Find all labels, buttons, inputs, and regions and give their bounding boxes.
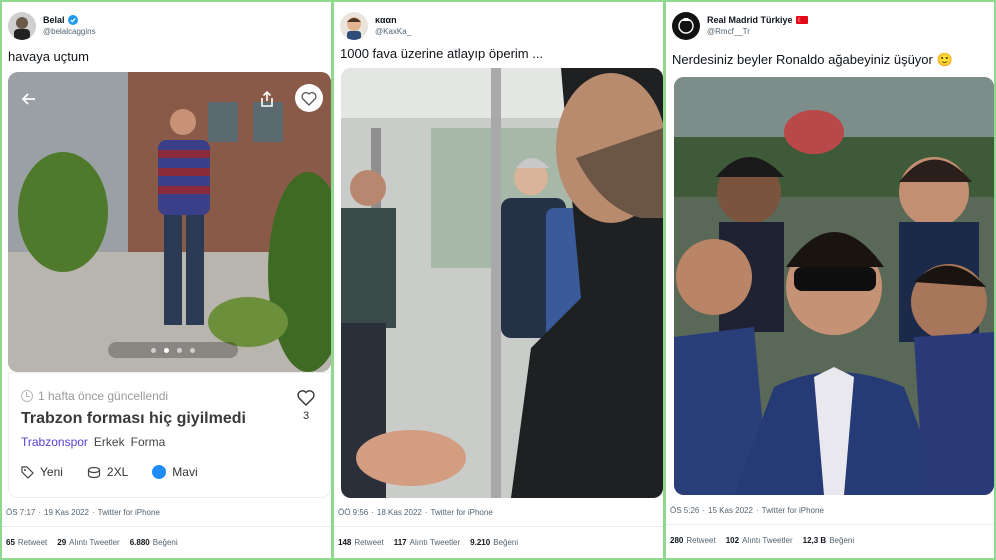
like-count: 9.210 [470, 538, 491, 547]
brand-link[interactable]: Trabzonspor [21, 435, 88, 449]
divider [334, 526, 663, 527]
tweet-photo[interactable] [341, 68, 663, 498]
retweet-label: Retweet [686, 536, 716, 545]
quote-label: Alıntı Tweetler [409, 538, 461, 547]
tweet-card-2: ĸααn @KaxKa_ 1000 fava üzerine atlayıp ö… [334, 2, 663, 558]
display-name[interactable]: Real Madrid Türkiye [707, 14, 793, 26]
like-stat[interactable]: 9.210 Beğeni [470, 538, 518, 547]
tweet-text: 1000 fava üzerine atlayıp öperim ... [340, 46, 544, 61]
carousel-dot[interactable] [151, 347, 156, 353]
tweet-text: havaya uçtum [8, 49, 89, 64]
display-name[interactable]: ĸααn [375, 14, 397, 26]
like-label: Beğeni [493, 538, 519, 547]
carousel-dot[interactable] [177, 347, 182, 353]
quote-count: 117 [393, 538, 407, 547]
quote-stat[interactable]: 117 Alıntı Tweetler [394, 538, 460, 547]
separator: · [371, 508, 374, 517]
carousel-dot[interactable] [164, 347, 169, 353]
avatar[interactable] [8, 12, 36, 40]
divider [666, 524, 994, 525]
tweet-header: Belal @belalcaggins [8, 9, 325, 43]
tweet-date[interactable]: 19 Kas 2022 [44, 508, 89, 517]
category-tag: Forma [130, 435, 166, 449]
retweet-stat[interactable]: 280 Retweet [670, 536, 716, 545]
separator: · [424, 508, 428, 517]
tweet-date[interactable]: 15 Kas 2022 [708, 506, 753, 515]
condition-value: Yeni [40, 465, 63, 479]
like-label: Beğeni [152, 538, 178, 547]
tweet-text: Nerdesiniz beyler Ronaldo ağabeyiniz üşü… [672, 52, 953, 67]
tweet-meta: ÖÖ 9:56 · 18 Kas 2022 · Twitter for iPhone [338, 508, 493, 517]
retweet-count: 65 [6, 538, 15, 547]
verified-badge-icon [67, 15, 78, 25]
like-label: Beğeni [829, 536, 855, 545]
retweet-count: 148 [338, 538, 352, 547]
listing-title[interactable]: Trabzon forması hiç giyilmedi [21, 410, 246, 428]
tweet-time[interactable]: ÖÖ 9:56 [338, 508, 368, 517]
tweet-time[interactable]: ÖS 7:17 [6, 508, 35, 517]
avatar[interactable] [340, 12, 368, 40]
listing-like-count: 3 [302, 410, 310, 422]
size-icon [87, 466, 101, 478]
retweet-stat[interactable]: 148 Retweet [338, 538, 384, 547]
retweet-label: Retweet [354, 538, 384, 547]
back-arrow-icon[interactable] [16, 86, 42, 112]
tweet-time[interactable]: ÖS 5:26 [670, 506, 699, 515]
clock-icon [21, 390, 33, 402]
tweet-date[interactable]: 18 Kas 2022 [377, 508, 422, 517]
avatar[interactable] [672, 12, 700, 40]
quote-stat[interactable]: 102 Alıntı Tweetler [726, 536, 793, 545]
carousel-dot[interactable] [190, 347, 195, 353]
tag-icon [21, 465, 34, 479]
tweet-header: ĸααn @KaxKa_ [340, 9, 657, 43]
tweet-header: Real Madrid Türkiye @Rmcf__Tr [672, 9, 988, 43]
tweet-source[interactable]: Twitter for iPhone [98, 508, 160, 517]
user-handle[interactable]: @belalcaggins [43, 26, 96, 38]
separator: · [702, 506, 706, 515]
display-name[interactable]: Belal [43, 14, 65, 26]
tweet-photo[interactable] [674, 77, 994, 495]
quote-count: 102 [725, 536, 740, 545]
divider [2, 526, 331, 527]
user-handle[interactable]: @Rmcf__Tr [707, 26, 808, 38]
size-value: 2XL [106, 465, 129, 479]
listing-like[interactable]: 3 [296, 389, 316, 422]
quote-label: Alıntı Tweetler [69, 538, 120, 547]
separator: · [755, 506, 759, 515]
heart-icon[interactable] [296, 389, 316, 407]
quote-stat[interactable]: 29 Alıntı Tweetler [57, 538, 119, 547]
listing-card[interactable]: 1 hafta önce güncellendi Trabzon forması… [8, 372, 331, 498]
like-stat[interactable]: 12,3 B Beğeni [803, 536, 855, 545]
tweet-meta: ÖS 5:26 · 15 Kas 2022 · Twitter for iPhone [670, 506, 824, 515]
retweet-count: 280 [670, 536, 684, 545]
tweet-stats: 280 Retweet 102 Alıntı Tweetler 12,3 B Beğe… [670, 536, 854, 545]
like-stat[interactable]: 6.880 Beğeni [130, 538, 178, 547]
category-tag: Erkek [93, 435, 125, 449]
retweet-label: Retweet [17, 538, 48, 547]
like-count: 6.880 [129, 538, 150, 547]
tweet-card-3: Real Madrid Türkiye @Rmcf__Tr Nerdesiniz… [666, 2, 994, 558]
user-handle[interactable]: @KaxKa_ [375, 26, 411, 38]
favorite-heart-icon[interactable] [295, 84, 323, 112]
separator: · [38, 508, 42, 517]
updated-label: 1 hafta önce güncellendi [38, 389, 169, 403]
like-count: 12,3 B [802, 536, 827, 545]
tweet-stats: 148 Retweet 117 Alıntı Tweetler 9.210 Beğen… [338, 538, 518, 547]
color-swatch [152, 465, 167, 479]
tweet-stats: 65 Retweet 29 Alıntı Tweetler 6.880 Beğeni [6, 538, 178, 547]
tweet-card-1: Belal @belalcaggins havaya uçtum 1 hafta… [2, 2, 331, 558]
tweet-photo[interactable] [8, 72, 331, 372]
carousel-indicator[interactable] [108, 342, 238, 358]
turkey-flag-icon [795, 15, 808, 27]
quote-count: 29 [57, 538, 67, 547]
quote-label: Alıntı Tweetler [742, 536, 793, 545]
tweet-source[interactable]: Twitter for iPhone [431, 508, 493, 517]
tweet-meta: ÖS 7:17 · 19 Kas 2022 · Twitter for iPhone [6, 508, 160, 517]
tweet-source[interactable]: Twitter for iPhone [762, 506, 824, 515]
retweet-stat[interactable]: 65 Retweet [6, 538, 47, 547]
share-icon[interactable] [254, 86, 280, 112]
separator: · [91, 508, 95, 517]
color-value: Mavi [172, 465, 198, 479]
